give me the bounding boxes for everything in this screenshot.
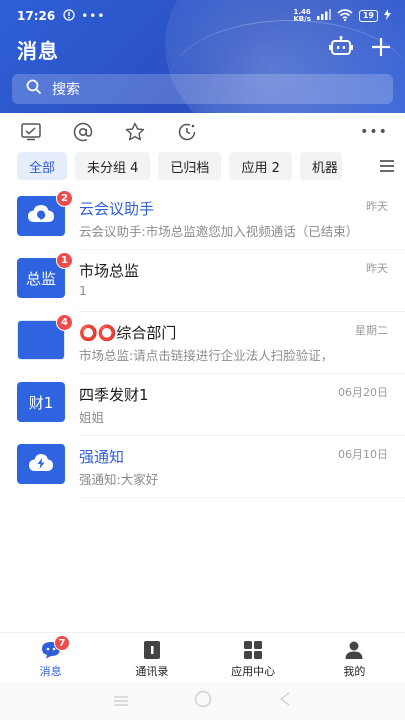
conversation-time: 昨天 <box>366 200 388 213</box>
lightning-icon <box>28 450 54 478</box>
status-bar: 17:26 ••• 1.46 KB/s 19 <box>0 0 405 32</box>
page-title: 消息 <box>17 38 59 63</box>
unread-badge: 2 <box>56 190 73 207</box>
search-placeholder: 搜索 <box>52 82 80 98</box>
conversation-time: 06月10日 <box>338 448 388 461</box>
conversation-name: 强通知 <box>79 448 125 466</box>
system-nav-bar <box>0 682 405 720</box>
contacts-book-icon <box>141 640 163 660</box>
battery-indicator: 19 <box>358 10 378 22</box>
avatar: 财1 <box>17 382 65 422</box>
conversation-name: 四季发财1 <box>79 386 149 404</box>
filter-archived[interactable]: 已归档 <box>158 152 222 180</box>
search-icon <box>26 79 42 99</box>
conversation-time: 06月20日 <box>338 386 388 399</box>
tab-badge: 7 <box>54 635 70 651</box>
net-speed: 1.46 KB/s <box>293 8 311 23</box>
nav-menu-icon[interactable] <box>112 692 130 711</box>
user-icon <box>343 640 365 660</box>
tab-contacts[interactable]: 通讯录 <box>101 633 202 682</box>
conversation-name: 云会议助手 <box>79 200 155 218</box>
wifi-icon <box>337 8 353 24</box>
tab-app-center[interactable]: 应用中心 <box>203 633 304 682</box>
tab-label: 我的 <box>343 665 366 678</box>
unread-badge: 4 <box>56 314 73 331</box>
header: 17:26 ••• 1.46 KB/s 19 消息 搜索 <box>0 0 405 113</box>
conversation-item[interactable]: 财1 四季发财1 姐姐 06月20日 <box>0 374 405 436</box>
tab-me[interactable]: 我的 <box>304 633 405 682</box>
add-icon[interactable] <box>371 37 391 61</box>
filter-ungrouped[interactable]: 未分组 4 <box>75 152 151 180</box>
search-bar[interactable]: 搜索 <box>12 74 393 104</box>
tab-messages[interactable]: 7 消息 <box>0 633 101 682</box>
more-icon[interactable]: ••• <box>360 121 387 143</box>
tab-label: 应用中心 <box>231 665 276 678</box>
overflow-dots-icon: ••• <box>81 9 106 23</box>
divider <box>79 497 405 498</box>
approval-icon[interactable] <box>20 121 42 143</box>
tab-label: 消息 <box>39 665 62 678</box>
conversation-item[interactable]: 4 ⭕⭕综合部门 市场总监:请点击链接进行企业法人扫脸验证， 星期二 <box>0 312 405 374</box>
conversation-time: 昨天 <box>366 262 388 275</box>
filter-all[interactable]: 全部 <box>17 152 68 180</box>
nav-back-icon[interactable] <box>277 691 293 711</box>
conversation-preview: 市场总监:请点击链接进行企业法人扫脸验证， <box>79 348 334 363</box>
conversation-preview: 1 <box>79 283 87 298</box>
bottom-tab-bar: 7 消息 通讯录 应用中心 我的 <box>0 632 405 682</box>
notification-icon <box>63 8 75 24</box>
robot-icon[interactable] <box>329 36 353 62</box>
cloud-meeting-icon <box>26 202 56 230</box>
conversation-preview: 姐姐 <box>79 410 105 425</box>
quick-action-bar: ••• <box>0 118 405 146</box>
unread-badge: 1 <box>56 252 73 269</box>
tab-label: 通讯录 <box>135 665 169 678</box>
signal-bars-icon <box>316 9 331 23</box>
conversation-item[interactable]: 总监 1 市场总监 1 昨天 <box>0 250 405 312</box>
filter-menu-icon[interactable] <box>369 151 405 181</box>
filter-apps[interactable]: 应用 2 <box>229 152 292 180</box>
conversation-preview: 强通知:大家好 <box>79 472 159 487</box>
nav-home-icon[interactable] <box>194 690 212 712</box>
conversation-name: ⭕⭕综合部门 <box>79 324 177 342</box>
later-icon[interactable] <box>176 121 198 143</box>
avatar <box>17 444 65 484</box>
app-grid-icon <box>242 640 264 660</box>
mention-icon[interactable] <box>72 121 94 143</box>
filter-robots[interactable]: 机器 <box>299 152 342 180</box>
status-time: 17:26 <box>17 9 56 23</box>
conversation-time: 星期二 <box>355 324 388 337</box>
conversation-item[interactable]: 2 云会议助手 云会议助手:市场总监邀您加入视频通话（已结束） 昨天 <box>0 188 405 250</box>
filter-chips: 全部 未分组 4 已归档 应用 2 机器 <box>0 151 405 181</box>
star-icon[interactable] <box>124 121 146 143</box>
conversation-item[interactable]: 强通知 强通知:大家好 06月10日 <box>0 436 405 498</box>
conversation-preview: 云会议助手:市场总监邀您加入视频通话（已结束） <box>79 224 359 239</box>
conversation-name: 市场总监 <box>79 262 140 280</box>
charging-icon <box>384 9 391 23</box>
conversation-list: 2 云会议助手 云会议助手:市场总监邀您加入视频通话（已结束） 昨天 总监 1 … <box>0 188 405 498</box>
